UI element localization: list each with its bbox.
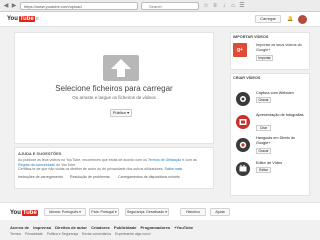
upload-button[interactable]: Carregar bbox=[255, 15, 281, 23]
safety-mode-button[interactable]: Segurança: Desativado ▾ bbox=[125, 208, 169, 216]
footer-link-plus-youtube[interactable]: +YouTube bbox=[174, 225, 193, 230]
youtube-logo[interactable]: You Tube bbox=[7, 16, 35, 23]
language-button[interactable]: Idioma: Português ▾ bbox=[44, 208, 86, 216]
webcam-icon bbox=[236, 92, 250, 106]
download-icon[interactable]: ↓ bbox=[221, 3, 227, 9]
import-button[interactable]: Importar bbox=[256, 55, 273, 61]
video-editor-label: Editor de Vídeo bbox=[256, 161, 283, 165]
footer-logo-tube-text: Tube bbox=[21, 210, 38, 216]
hangouts-label: Hangouts em Direto do Google+ bbox=[256, 136, 296, 145]
menu-icon[interactable]: ☰ bbox=[239, 3, 245, 9]
photo-slideshow-label: Apresentação de fotografias bbox=[256, 113, 304, 117]
troubleshooting-link[interactable]: Resolução de problemas bbox=[70, 175, 110, 179]
footer-sub-links: Termos Privacidade Política e Segurança … bbox=[10, 232, 154, 236]
footer-link-copyright[interactable]: Direitos de autor bbox=[55, 225, 87, 230]
help-line2-text: Certifica-te de que não violas os direit… bbox=[18, 167, 165, 172]
bookmarks-icon[interactable]: ≡ bbox=[212, 3, 218, 9]
community-guidelines-link[interactable]: Regras da comunidade bbox=[18, 163, 55, 167]
footer-link-terms[interactable]: Termos bbox=[10, 232, 21, 236]
select-files-label[interactable]: Selecione ficheiros para carregar bbox=[14, 84, 214, 93]
import-title: IMPORTAR VÍDEOS bbox=[233, 35, 269, 39]
footer-link-policy[interactable]: Política e Segurança bbox=[47, 232, 78, 236]
home-icon[interactable]: ⌂ bbox=[230, 3, 236, 9]
logo-you-text: You bbox=[7, 16, 18, 22]
upload-instructions-link[interactable]: Instruções de carregamento bbox=[18, 175, 63, 179]
slideshow-create-button[interactable]: Criar bbox=[256, 125, 271, 131]
hangouts-icon bbox=[236, 138, 250, 152]
help-line1-post: do YouTube. bbox=[55, 162, 77, 167]
learn-more-link[interactable]: Saiba mais bbox=[164, 167, 182, 171]
browser-search-field[interactable]: Search bbox=[141, 2, 199, 10]
import-description: Importar os seus vídeos do Google+ bbox=[256, 43, 302, 52]
footer-logo-you-text: You bbox=[10, 210, 21, 216]
help-title: AJUDA E SUGESTÕES bbox=[18, 151, 62, 156]
google-plus-icon: g+ bbox=[233, 43, 247, 57]
video-editor-edit-button[interactable]: Editar bbox=[256, 167, 271, 173]
footer-link-creators[interactable]: Criadores bbox=[91, 225, 110, 230]
footer-link-advertise[interactable]: Publicidade bbox=[114, 225, 136, 230]
photo-slideshow-icon bbox=[236, 115, 250, 129]
hangouts-record-button[interactable]: Gravar bbox=[256, 148, 271, 154]
create-title: CRIAR VÍDEOS bbox=[233, 76, 261, 80]
footer-link-about[interactable]: Acerca de bbox=[10, 225, 29, 230]
footer-link-developers[interactable]: Programadores bbox=[140, 225, 170, 230]
privacy-dropdown[interactable]: Público ▾ bbox=[110, 109, 132, 117]
help-text: Ao publicar os teus vídeos no YouTube, r… bbox=[18, 158, 208, 172]
help-line1-text: Ao publicar os teus vídeos no YouTube, r… bbox=[18, 158, 148, 162]
country-button[interactable]: País: Portugal ▾ bbox=[89, 208, 119, 216]
webcam-record-button[interactable]: Gravar bbox=[256, 97, 271, 103]
address-bar[interactable]: https://www.youtube.com/upload bbox=[20, 2, 138, 10]
guide-menu-icon[interactable]: ≡ bbox=[36, 16, 39, 22]
terms-link[interactable]: Termos de Utilização bbox=[148, 158, 181, 162]
upload-arrow-icon[interactable] bbox=[103, 55, 139, 81]
help-line1-mid: e com as bbox=[181, 158, 197, 162]
drag-drop-hint: Ou arraste e largue os ficheiros de víde… bbox=[72, 95, 156, 100]
footer-link-privacy[interactable]: Privacidade bbox=[25, 232, 43, 236]
back-icon[interactable]: ◀ bbox=[3, 3, 9, 9]
history-button[interactable]: Histórico bbox=[180, 208, 206, 216]
notifications-icon[interactable]: 🔔 bbox=[287, 16, 293, 22]
footer-links: Acerca de Imprensa Direitos de autor Cri… bbox=[10, 225, 196, 230]
help-button[interactable]: Ajuda bbox=[210, 208, 230, 216]
webcam-label: Captura com Webcam bbox=[256, 91, 294, 95]
forward-icon[interactable]: ▶ bbox=[11, 3, 17, 9]
footer-link-feedback[interactable]: Enviar comentários bbox=[82, 232, 111, 236]
footer-youtube-logo[interactable]: You Tube bbox=[10, 210, 38, 217]
star-icon[interactable]: ☆ bbox=[203, 3, 209, 9]
avatar[interactable] bbox=[298, 15, 307, 24]
logo-tube-text: Tube bbox=[18, 16, 35, 22]
video-editor-icon bbox=[236, 162, 250, 176]
footer-link-press[interactable]: Imprensa bbox=[33, 225, 51, 230]
mobile-uploads-link[interactable]: Carregamentos de dispositivos móveis bbox=[118, 175, 180, 179]
footer-link-try-new[interactable]: Experimente algo novo! bbox=[115, 232, 151, 236]
